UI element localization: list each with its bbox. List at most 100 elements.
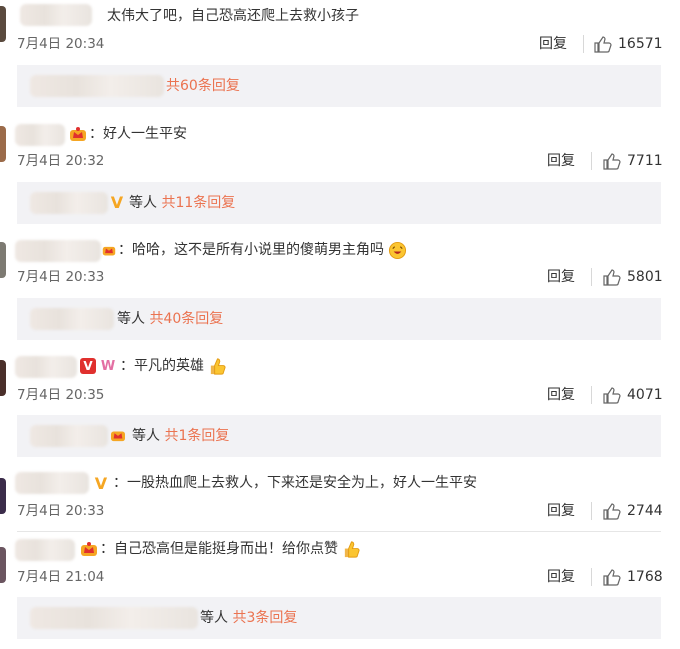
vip-crown-icon bbox=[81, 542, 97, 556]
view-replies-link[interactable]: 共3条回复 bbox=[232, 610, 297, 626]
comment-time: 7月4日 20:32 bbox=[17, 153, 105, 169]
replies-summary: 等人 共1条回复 bbox=[132, 426, 229, 446]
divider bbox=[575, 386, 592, 404]
reply-button[interactable]: 回复 bbox=[547, 568, 575, 586]
reply-button[interactable]: 回复 bbox=[539, 35, 567, 53]
comment-text-body: ：自己恐高但是能挺身而出！给你点赞 bbox=[100, 541, 338, 557]
comment-time: 7月4日 20:33 bbox=[17, 503, 105, 519]
like-button[interactable]: 7711 bbox=[603, 152, 663, 170]
thumbs-up-icon bbox=[594, 35, 612, 53]
replies-suffix: 等人 bbox=[132, 428, 160, 444]
divider bbox=[575, 268, 592, 286]
divider bbox=[575, 502, 592, 520]
like-button[interactable]: 1768 bbox=[603, 568, 663, 586]
avatar[interactable] bbox=[0, 478, 6, 514]
like-count: 4071 bbox=[627, 387, 663, 403]
blurred-username[interactable] bbox=[15, 356, 77, 378]
reply-button[interactable]: 回复 bbox=[547, 152, 575, 170]
reply-button[interactable]: 回复 bbox=[547, 268, 575, 286]
avatar[interactable] bbox=[0, 360, 6, 396]
view-replies-link[interactable]: 共11条回复 bbox=[161, 195, 235, 211]
blurred-username[interactable] bbox=[15, 472, 89, 494]
replies-summary: 等人 共40条回复 bbox=[117, 309, 223, 329]
view-replies-link[interactable]: 共40条回复 bbox=[149, 311, 223, 327]
avatar[interactable] bbox=[0, 242, 6, 278]
thumbs-up-icon bbox=[603, 268, 621, 286]
comment-text-body: ：平凡的英雄 bbox=[120, 358, 204, 374]
replies-suffix: 等人 bbox=[117, 311, 145, 327]
replies-box[interactable]: 等人 共3条回复 bbox=[17, 597, 661, 639]
like-button[interactable]: 2744 bbox=[603, 502, 663, 520]
like-count: 5801 bbox=[627, 269, 663, 285]
replies-summary: 共60条回复 bbox=[166, 76, 240, 96]
comment-feed: 太伟大了吧，自己恐高还爬上去救小孩子 7月4日 20:34 回复 16571 共… bbox=[0, 0, 680, 649]
comment-item: V W ：平凡的英雄 7月4日 20:35 回复 4071 等人 共1条回复 bbox=[0, 350, 680, 460]
reply-button[interactable]: 回复 bbox=[547, 502, 575, 520]
blurred-username[interactable] bbox=[15, 539, 75, 561]
like-count: 16571 bbox=[618, 36, 663, 52]
w-badge-icon: W bbox=[100, 358, 116, 374]
comment-text: ：一股热血爬上去救人，下来还是安全为上，好人一生平安 bbox=[113, 475, 477, 491]
replies-suffix: 等人 bbox=[200, 610, 228, 626]
thumbs-up-emoji-icon bbox=[345, 540, 361, 558]
blurred-usernames bbox=[30, 192, 108, 214]
comment-text: ：自己恐高但是能挺身而出！给你点赞 bbox=[100, 539, 361, 559]
laughing-face-emoji-icon bbox=[389, 241, 407, 259]
reply-button[interactable]: 回复 bbox=[547, 386, 575, 404]
replies-suffix: 等人 bbox=[129, 195, 157, 211]
blurred-username[interactable] bbox=[15, 124, 65, 146]
vip-crown-icon bbox=[70, 127, 86, 141]
view-replies-link[interactable]: 共60条回复 bbox=[166, 78, 240, 94]
divider bbox=[575, 152, 592, 170]
avatar[interactable] bbox=[0, 126, 6, 162]
comment-item: ：哈哈，这不是所有小说里的傻萌男主角吗 7月4日 20:33 回复 5801 等… bbox=[0, 234, 680, 344]
blurred-username[interactable] bbox=[15, 240, 101, 262]
replies-summary: 等人 共3条回复 bbox=[200, 608, 297, 628]
comment-time: 7月4日 20:34 bbox=[17, 36, 105, 52]
thumbs-up-icon bbox=[603, 502, 621, 520]
vip-crown-icon bbox=[102, 246, 116, 256]
replies-box[interactable]: 等人 共1条回复 bbox=[17, 415, 661, 457]
replies-box[interactable]: 等人 共40条回复 bbox=[17, 298, 661, 340]
like-count: 2744 bbox=[627, 503, 663, 519]
like-button[interactable]: 4071 bbox=[603, 386, 663, 404]
replies-summary: 等人 共11条回复 bbox=[129, 193, 235, 213]
comment-item: ：好人一生平安 7月4日 20:32 回复 7711 V 等人 共11条回复 bbox=[0, 118, 680, 228]
comment-text: ：好人一生平安 bbox=[89, 126, 187, 142]
comment-time: 7月4日 21:04 bbox=[17, 569, 105, 585]
v-badge-icon: V bbox=[110, 192, 124, 212]
like-count: 7711 bbox=[627, 153, 663, 169]
comment-item: 太伟大了吧，自己恐高还爬上去救小孩子 7月4日 20:34 回复 16571 共… bbox=[0, 0, 680, 110]
vip-crown-icon bbox=[111, 431, 125, 442]
like-button[interactable]: 5801 bbox=[603, 268, 663, 286]
like-button[interactable]: 16571 bbox=[594, 35, 663, 53]
like-count: 1768 bbox=[627, 569, 663, 585]
divider bbox=[567, 35, 584, 53]
comment-text-body: ：哈哈，这不是所有小说里的傻萌男主角吗 bbox=[118, 242, 384, 258]
blurred-usernames bbox=[30, 308, 114, 330]
divider bbox=[575, 568, 592, 586]
blurred-usernames bbox=[30, 607, 198, 629]
row-divider bbox=[17, 531, 661, 532]
comment-item: V ：一股热血爬上去救人，下来还是安全为上，好人一生平安 7月4日 20:33 … bbox=[0, 466, 680, 532]
thumbs-up-icon bbox=[603, 386, 621, 404]
comment-item: ：自己恐高但是能挺身而出！给你点赞 7月4日 21:04 回复 1768 等人 … bbox=[0, 533, 680, 649]
replies-box[interactable]: 共60条回复 bbox=[17, 65, 661, 107]
blurred-usernames bbox=[30, 425, 108, 447]
view-replies-link[interactable]: 共1条回复 bbox=[164, 428, 229, 444]
thumbs-up-icon bbox=[603, 568, 621, 586]
avatar[interactable] bbox=[0, 6, 6, 42]
v-badge-icon: V bbox=[80, 358, 96, 374]
comment-text: 太伟大了吧，自己恐高还爬上去救小孩子 bbox=[107, 8, 359, 24]
v-badge-icon: V bbox=[94, 473, 108, 493]
thumbs-up-icon bbox=[603, 152, 621, 170]
thumbs-up-emoji-icon bbox=[211, 357, 227, 375]
blurred-username[interactable] bbox=[20, 4, 92, 26]
blurred-usernames bbox=[30, 75, 164, 97]
comment-time: 7月4日 20:33 bbox=[17, 269, 105, 285]
comment-text: ：平凡的英雄 bbox=[120, 356, 227, 376]
comment-time: 7月4日 20:35 bbox=[17, 387, 105, 403]
comment-text: ：哈哈，这不是所有小说里的傻萌男主角吗 bbox=[118, 240, 407, 260]
avatar[interactable] bbox=[0, 547, 6, 583]
replies-box[interactable]: V 等人 共11条回复 bbox=[17, 182, 661, 224]
